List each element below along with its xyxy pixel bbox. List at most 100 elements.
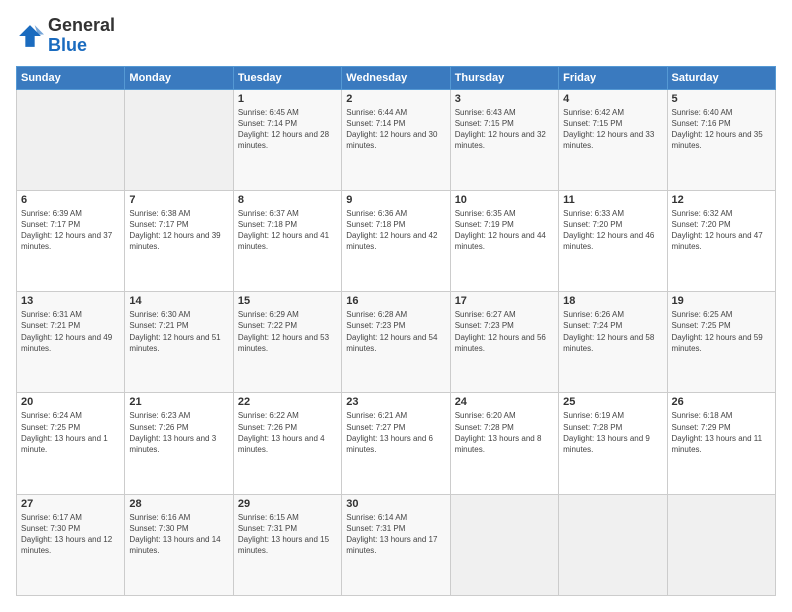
day-number: 14: [129, 295, 228, 307]
day-info: Sunrise: 6:45 AM Sunset: 7:14 PM Dayligh…: [238, 107, 337, 152]
day-info: Sunrise: 6:21 AM Sunset: 7:27 PM Dayligh…: [346, 410, 445, 455]
day-info: Sunrise: 6:23 AM Sunset: 7:26 PM Dayligh…: [129, 410, 228, 455]
day-cell: 5 Sunrise: 6:40 AM Sunset: 7:16 PM Daylig…: [667, 89, 775, 190]
day-cell: 15 Sunrise: 6:29 AM Sunset: 7:22 PM Dayli…: [233, 292, 341, 393]
column-header-tuesday: Tuesday: [233, 66, 341, 89]
day-cell: 21 Sunrise: 6:23 AM Sunset: 7:26 PM Dayli…: [125, 393, 233, 494]
day-cell: [125, 89, 233, 190]
day-number: 7: [129, 194, 228, 206]
day-cell: 1 Sunrise: 6:45 AM Sunset: 7:14 PM Daylig…: [233, 89, 341, 190]
day-info: Sunrise: 6:30 AM Sunset: 7:21 PM Dayligh…: [129, 309, 228, 354]
week-row-4: 20Sunrise: 6:24 AM Sunset: 7:25 PM Dayli…: [17, 393, 776, 494]
day-info: Sunrise: 6:44 AM Sunset: 7:14 PM Dayligh…: [346, 107, 445, 152]
day-info: Sunrise: 6:26 AM Sunset: 7:24 PM Dayligh…: [563, 309, 662, 354]
day-cell: 11 Sunrise: 6:33 AM Sunset: 7:20 PM Dayli…: [559, 190, 667, 291]
day-cell: 26 Sunrise: 6:18 AM Sunset: 7:29 PM Dayli…: [667, 393, 775, 494]
day-info: Sunrise: 6:36 AM Sunset: 7:18 PM Dayligh…: [346, 208, 445, 253]
day-info: Sunrise: 6:32 AM Sunset: 7:20 PM Dayligh…: [672, 208, 771, 253]
day-number: 1: [238, 93, 337, 105]
day-info: Sunrise: 6:31 AM Sunset: 7:21 PM Dayligh…: [21, 309, 120, 354]
day-info: Sunrise: 6:18 AM Sunset: 7:29 PM Dayligh…: [672, 410, 771, 455]
day-number: 16: [346, 295, 445, 307]
calendar-table: SundayMondayTuesdayWednesdayThursdayFrid…: [16, 66, 776, 596]
day-cell: 24 Sunrise: 6:20 AM Sunset: 7:28 PM Dayli…: [450, 393, 558, 494]
day-info: Sunrise: 6:29 AM Sunset: 7:22 PM Dayligh…: [238, 309, 337, 354]
week-row-2: 6 Sunrise: 6:39 AM Sunset: 7:17 PM Daylig…: [17, 190, 776, 291]
day-cell: 9 Sunrise: 6:36 AM Sunset: 7:18 PM Daylig…: [342, 190, 450, 291]
day-number: 11: [563, 194, 662, 206]
day-info: Sunrise: 6:17 AM Sunset: 7:30 PM Dayligh…: [21, 512, 120, 557]
day-number: 13: [21, 295, 120, 307]
day-info: Sunrise: 6:28 AM Sunset: 7:23 PM Dayligh…: [346, 309, 445, 354]
day-cell: 2 Sunrise: 6:44 AM Sunset: 7:14 PM Daylig…: [342, 89, 450, 190]
day-info: Sunrise: 6:16 AM Sunset: 7:30 PM Dayligh…: [129, 512, 228, 557]
week-row-1: 1 Sunrise: 6:45 AM Sunset: 7:14 PM Daylig…: [17, 89, 776, 190]
day-number: 5: [672, 93, 771, 105]
day-cell: 8Sunrise: 6:37 AM Sunset: 7:18 PM Daylig…: [233, 190, 341, 291]
day-cell: 16 Sunrise: 6:28 AM Sunset: 7:23 PM Dayli…: [342, 292, 450, 393]
day-info: Sunrise: 6:27 AM Sunset: 7:23 PM Dayligh…: [455, 309, 554, 354]
day-cell: 19 Sunrise: 6:25 AM Sunset: 7:25 PM Dayli…: [667, 292, 775, 393]
day-info: Sunrise: 6:40 AM Sunset: 7:16 PM Dayligh…: [672, 107, 771, 152]
day-number: 12: [672, 194, 771, 206]
header: General Blue: [16, 16, 776, 56]
day-cell: 28Sunrise: 6:16 AM Sunset: 7:30 PM Dayli…: [125, 494, 233, 595]
day-cell: [17, 89, 125, 190]
column-header-thursday: Thursday: [450, 66, 558, 89]
day-cell: 17 Sunrise: 6:27 AM Sunset: 7:23 PM Dayli…: [450, 292, 558, 393]
day-info: Sunrise: 6:22 AM Sunset: 7:26 PM Dayligh…: [238, 410, 337, 455]
day-cell: 4Sunrise: 6:42 AM Sunset: 7:15 PM Daylig…: [559, 89, 667, 190]
day-cell: [450, 494, 558, 595]
week-row-5: 27 Sunrise: 6:17 AM Sunset: 7:30 PM Dayli…: [17, 494, 776, 595]
day-info: Sunrise: 6:14 AM Sunset: 7:31 PM Dayligh…: [346, 512, 445, 557]
day-cell: [559, 494, 667, 595]
day-number: 2: [346, 93, 445, 105]
day-info: Sunrise: 6:37 AM Sunset: 7:18 PM Dayligh…: [238, 208, 337, 253]
day-cell: 14 Sunrise: 6:30 AM Sunset: 7:21 PM Dayli…: [125, 292, 233, 393]
day-cell: 22 Sunrise: 6:22 AM Sunset: 7:26 PM Dayli…: [233, 393, 341, 494]
day-number: 24: [455, 396, 554, 408]
logo-text: General Blue: [48, 16, 115, 56]
day-info: Sunrise: 6:33 AM Sunset: 7:20 PM Dayligh…: [563, 208, 662, 253]
day-number: 6: [21, 194, 120, 206]
logo: General Blue: [16, 16, 115, 56]
day-cell: 13 Sunrise: 6:31 AM Sunset: 7:21 PM Dayli…: [17, 292, 125, 393]
day-number: 18: [563, 295, 662, 307]
column-header-sunday: Sunday: [17, 66, 125, 89]
column-header-monday: Monday: [125, 66, 233, 89]
day-cell: 29 Sunrise: 6:15 AM Sunset: 7:31 PM Dayli…: [233, 494, 341, 595]
day-number: 19: [672, 295, 771, 307]
column-header-wednesday: Wednesday: [342, 66, 450, 89]
column-header-saturday: Saturday: [667, 66, 775, 89]
day-number: 9: [346, 194, 445, 206]
day-cell: 7Sunrise: 6:38 AM Sunset: 7:17 PM Daylig…: [125, 190, 233, 291]
day-number: 22: [238, 396, 337, 408]
day-info: Sunrise: 6:20 AM Sunset: 7:28 PM Dayligh…: [455, 410, 554, 455]
day-cell: 25Sunrise: 6:19 AM Sunset: 7:28 PM Dayli…: [559, 393, 667, 494]
day-number: 17: [455, 295, 554, 307]
day-info: Sunrise: 6:35 AM Sunset: 7:19 PM Dayligh…: [455, 208, 554, 253]
day-number: 23: [346, 396, 445, 408]
day-cell: 6 Sunrise: 6:39 AM Sunset: 7:17 PM Daylig…: [17, 190, 125, 291]
day-info: Sunrise: 6:15 AM Sunset: 7:31 PM Dayligh…: [238, 512, 337, 557]
day-info: Sunrise: 6:25 AM Sunset: 7:25 PM Dayligh…: [672, 309, 771, 354]
day-cell: 3Sunrise: 6:43 AM Sunset: 7:15 PM Daylig…: [450, 89, 558, 190]
day-info: Sunrise: 6:39 AM Sunset: 7:17 PM Dayligh…: [21, 208, 120, 253]
day-number: 27: [21, 498, 120, 510]
day-cell: 18 Sunrise: 6:26 AM Sunset: 7:24 PM Dayli…: [559, 292, 667, 393]
column-header-friday: Friday: [559, 66, 667, 89]
day-cell: 10Sunrise: 6:35 AM Sunset: 7:19 PM Dayli…: [450, 190, 558, 291]
day-cell: 30Sunrise: 6:14 AM Sunset: 7:31 PM Dayli…: [342, 494, 450, 595]
day-cell: 12 Sunrise: 6:32 AM Sunset: 7:20 PM Dayli…: [667, 190, 775, 291]
day-number: 21: [129, 396, 228, 408]
day-cell: 27 Sunrise: 6:17 AM Sunset: 7:30 PM Dayli…: [17, 494, 125, 595]
day-number: 29: [238, 498, 337, 510]
day-number: 25: [563, 396, 662, 408]
day-number: 15: [238, 295, 337, 307]
day-info: Sunrise: 6:42 AM Sunset: 7:15 PM Dayligh…: [563, 107, 662, 152]
day-cell: [667, 494, 775, 595]
day-number: 26: [672, 396, 771, 408]
day-cell: 23 Sunrise: 6:21 AM Sunset: 7:27 PM Dayli…: [342, 393, 450, 494]
day-info: Sunrise: 6:43 AM Sunset: 7:15 PM Dayligh…: [455, 107, 554, 152]
logo-icon: [16, 22, 44, 50]
